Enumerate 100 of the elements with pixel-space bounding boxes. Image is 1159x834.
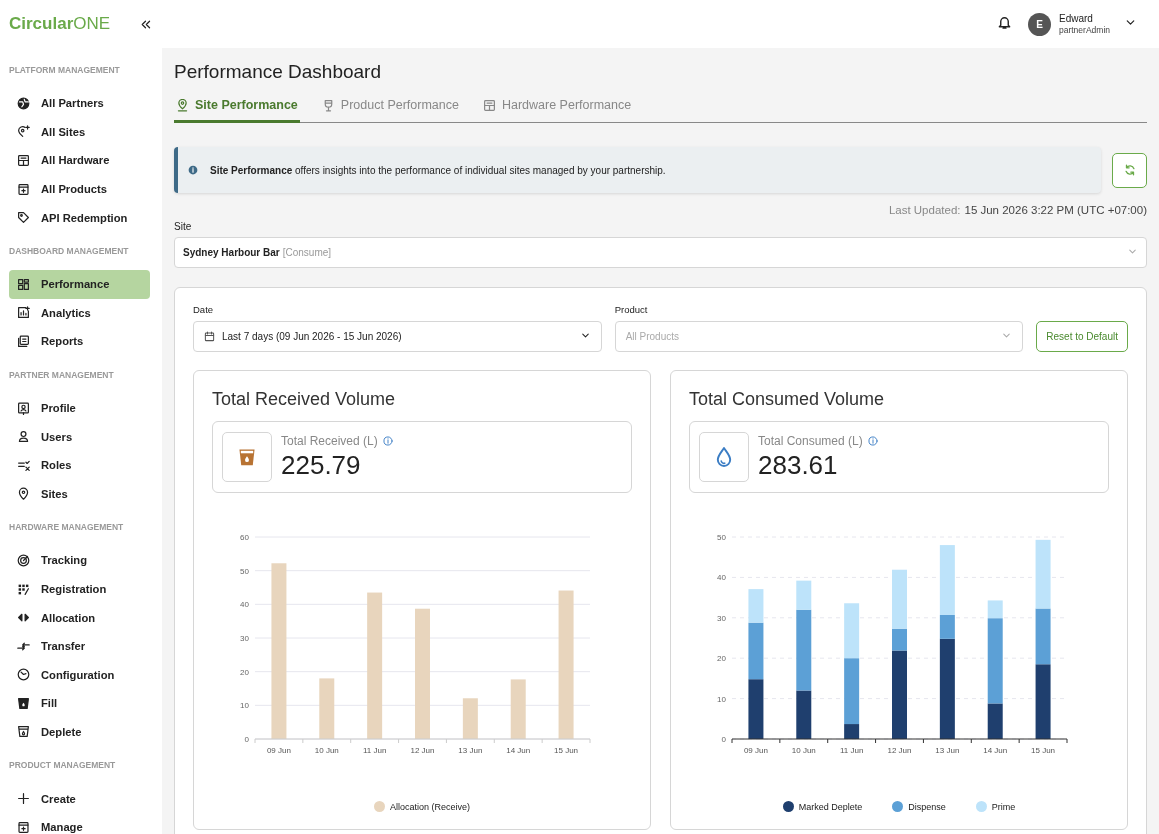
refresh-button[interactable] xyxy=(1112,152,1147,188)
sidebar-item[interactable]: All Hardware xyxy=(9,146,150,175)
axis-label: 40 xyxy=(717,573,726,583)
axis-label: 40 xyxy=(240,600,249,610)
legend-label: Prime xyxy=(991,801,1016,812)
sidebar-item[interactable]: All Partners xyxy=(9,89,150,118)
field-label: Site xyxy=(174,221,192,232)
sidebar-item[interactable]: Tracking xyxy=(9,546,150,575)
axis-label: 0 xyxy=(721,735,726,744)
cup-icon xyxy=(17,696,30,710)
axis-label: 30 xyxy=(240,634,249,643)
stat-value: 225.79 xyxy=(281,449,361,481)
sidebar-item[interactable]: API Redemption xyxy=(9,203,150,232)
dots-grid-icon xyxy=(17,582,30,596)
axis-label: 11 Jun xyxy=(839,746,864,755)
stat-label: Total Consumed (L) xyxy=(758,433,863,448)
stat-label: Total Received (L) xyxy=(281,433,378,448)
user-role: partnerAdmin xyxy=(1058,24,1110,36)
page-title: Performance Dashboard xyxy=(174,60,381,84)
axis-label: 50 xyxy=(240,566,249,576)
stat-value: 283.61 xyxy=(758,449,838,481)
date-select[interactable]: Last 7 days (09 Jun 2026 - 15 Jun 2026) xyxy=(193,321,602,352)
grid-icon xyxy=(482,98,496,112)
site-select[interactable]: Sydney Harbour Bar [Consume] xyxy=(174,237,1147,268)
pin-icon xyxy=(176,98,189,112)
axis-label: 15 Jun xyxy=(1031,746,1056,755)
card-title: Total Consumed Volume xyxy=(689,389,885,410)
sidebar-item[interactable]: Reports xyxy=(9,327,150,356)
sidebar-item[interactable]: All Sites xyxy=(9,117,150,147)
banner-text: Site Performance offers insights into the performance of individual sites managed by your partnership. xyxy=(210,164,666,176)
bell-icon xyxy=(996,14,1012,30)
box-plus-icon xyxy=(17,182,30,196)
legend-label: Dispense xyxy=(908,801,946,812)
axis-label: 20 xyxy=(240,667,249,677)
axis-label: 09 Jun xyxy=(266,746,291,755)
reset-button[interactable]: Reset to Default xyxy=(1036,321,1128,352)
axis-label: 10 xyxy=(717,694,726,704)
axis-label: 10 xyxy=(240,701,249,711)
sidebar-item[interactable]: Sites xyxy=(9,479,150,509)
axis-label: 10 Jun xyxy=(791,746,816,755)
info-icon xyxy=(382,435,393,446)
sidebar-item[interactable]: Profile xyxy=(9,393,150,423)
card-title: Total Received Volume xyxy=(212,389,396,410)
axis-label: 11 Jun xyxy=(362,746,387,755)
sidebar-item[interactable]: Manage xyxy=(9,812,150,834)
bar xyxy=(1035,608,1051,665)
plus-icon xyxy=(17,792,30,806)
axis-label: 13 Jun xyxy=(458,746,483,755)
cup-icon xyxy=(17,725,30,739)
sidebar-item[interactable]: Analytics xyxy=(9,298,150,328)
avatar[interactable]: E xyxy=(1027,12,1051,36)
sidebar-item[interactable]: Performance xyxy=(9,269,150,299)
sidebar-item[interactable]: All Products xyxy=(9,174,150,204)
chevron-down-icon xyxy=(579,330,591,341)
sidebar-item[interactable]: Registration xyxy=(9,574,150,604)
dashboard-icon xyxy=(17,277,30,291)
section-title: PRODUCT MANAGEMENT xyxy=(8,759,117,773)
user-icon xyxy=(17,430,30,444)
bar xyxy=(1035,539,1051,609)
sidebar-item[interactable]: Deplete xyxy=(9,717,150,747)
logo: CircularONE xyxy=(9,14,112,34)
sidebar-item[interactable]: Transfer xyxy=(9,631,150,661)
box-plus-icon xyxy=(17,820,30,834)
field-label: Product xyxy=(614,304,648,315)
last-updated-value: 15 Jun 2026 3:22 PM (UTC +07:00) xyxy=(964,204,1147,216)
refresh-icon xyxy=(1122,163,1137,177)
bar xyxy=(462,698,478,739)
bar xyxy=(748,679,764,739)
axis-label: 09 Jun xyxy=(743,746,768,755)
calendar-icon xyxy=(204,331,215,342)
list-check-icon xyxy=(17,458,30,472)
info-icon xyxy=(188,165,198,175)
axis-label: 30 xyxy=(717,613,726,623)
axis-label: 12 Jun xyxy=(410,746,435,755)
sidebar-item[interactable]: Allocation xyxy=(9,603,150,632)
sidebar-item[interactable]: Users xyxy=(9,422,150,451)
cup-icon xyxy=(236,446,258,468)
user-name: Edward xyxy=(1058,12,1094,25)
sidebar-item[interactable]: Create xyxy=(9,784,150,813)
sidebar-item[interactable]: Fill xyxy=(9,689,150,718)
tag-icon xyxy=(17,211,30,225)
grid-icon xyxy=(17,154,30,167)
bar xyxy=(510,679,526,739)
legend-label: Allocation (Receive) xyxy=(389,801,470,812)
axis-label: 12 Jun xyxy=(887,746,912,755)
info-icon xyxy=(867,435,878,446)
sidebar-item[interactable]: Roles xyxy=(9,450,150,480)
section-title: DASHBOARD MANAGEMENT xyxy=(8,244,130,258)
section-title: PARTNER MANAGEMENT xyxy=(8,368,115,382)
document-icon xyxy=(17,334,30,348)
bar xyxy=(319,678,335,739)
axis-label: 0 xyxy=(244,735,249,744)
section-title: PLATFORM MANAGEMENT xyxy=(8,64,121,77)
axis-label: 50 xyxy=(717,533,726,542)
sidebar-item[interactable]: Configuration xyxy=(9,660,150,690)
legend-label: Marked Deplete xyxy=(798,801,863,812)
axis-label: 14 Jun xyxy=(983,746,1008,755)
axis-label: 14 Jun xyxy=(506,746,531,755)
tab[interactable]: Site Performance xyxy=(174,98,300,123)
radar-icon xyxy=(17,553,30,567)
